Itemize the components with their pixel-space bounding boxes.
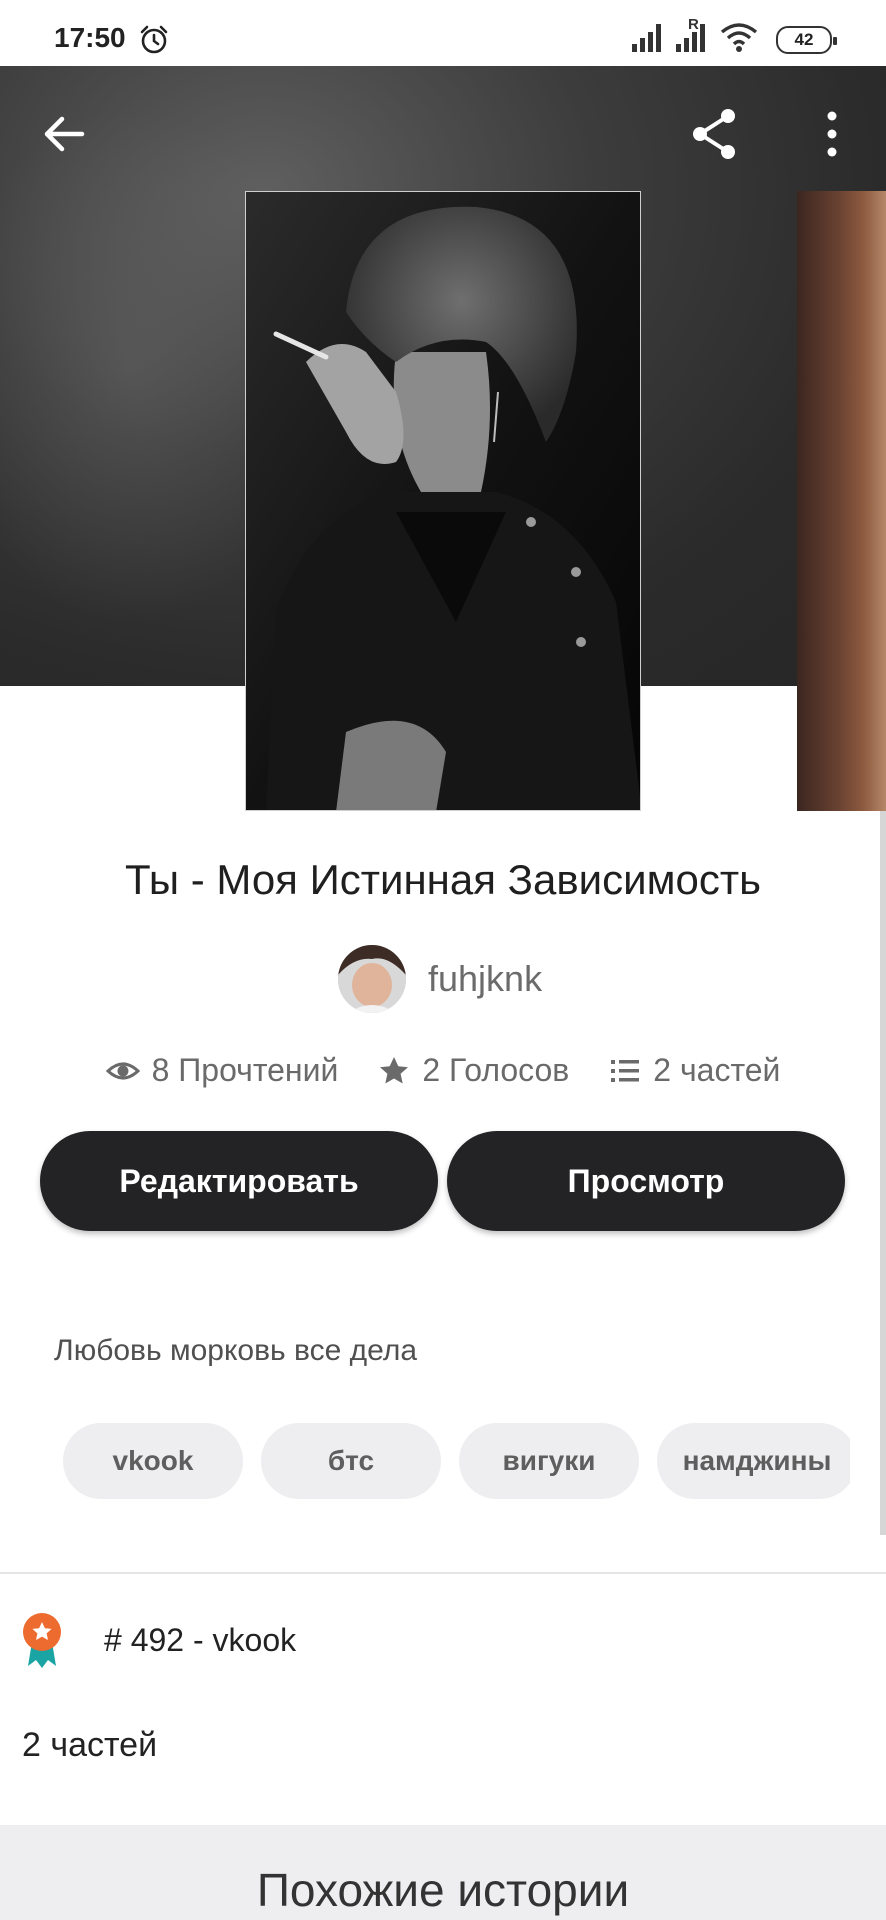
more-options-icon[interactable] xyxy=(800,102,864,166)
votes-count: 2 Голосов xyxy=(422,1052,570,1088)
avatar-image xyxy=(338,945,406,1013)
battery-level: 42 xyxy=(794,30,814,49)
parts-count-stat: 2 частей xyxy=(653,1052,781,1088)
story-title: Ты - Моя Истинная Зависимость xyxy=(125,856,761,903)
rank-badge-icon xyxy=(23,1613,61,1668)
eye-icon xyxy=(105,1062,140,1079)
status-icons: R 42 xyxy=(632,16,837,56)
alarm-icon xyxy=(140,25,168,54)
similar-stories-section: Похожие истории xyxy=(0,1825,886,1920)
battery-icon: 42 xyxy=(776,26,837,54)
story-description: Любовь морковь все дела xyxy=(54,1334,418,1367)
rank-text[interactable]: # 492 - vkook xyxy=(104,1622,296,1659)
tag-viguki[interactable]: вигуки xyxy=(459,1423,639,1499)
parts-count[interactable]: 2 частей xyxy=(22,1726,157,1765)
back-arrow-icon[interactable] xyxy=(32,102,96,166)
reads-count: 8 Прочтений xyxy=(151,1052,339,1088)
edit-button[interactable]: Редактировать xyxy=(40,1131,438,1231)
stat-reads: 8 Прочтений xyxy=(105,1052,339,1089)
cover-illustration xyxy=(246,192,640,810)
tag-bts[interactable]: бтс xyxy=(261,1423,441,1499)
next-cover-image[interactable] xyxy=(797,191,886,811)
status-time: 17:50 xyxy=(54,22,126,53)
author-name[interactable]: fuhjknk xyxy=(428,958,542,1000)
rank-row[interactable]: # 492 - vkook xyxy=(20,1610,296,1670)
scroll-indicator xyxy=(880,810,886,1535)
similar-stories-title: Похожие истории xyxy=(256,1864,630,1916)
stat-parts: 2 частей xyxy=(609,1052,780,1089)
signal-icon xyxy=(632,24,661,52)
story-stats: 8 Прочтений 2 Голосов 2 частей xyxy=(0,1052,886,1089)
author-avatar[interactable] xyxy=(338,945,406,1013)
tag-list: vkook бтс вигуки намджины xyxy=(63,1423,850,1499)
story-cover-image[interactable] xyxy=(245,191,641,811)
list-icon xyxy=(611,1059,640,1082)
roaming-label: R xyxy=(688,16,699,33)
tag-namjiny[interactable]: намджины xyxy=(657,1423,850,1499)
stat-votes: 2 Голосов xyxy=(378,1052,569,1089)
author-row[interactable]: fuhjknk xyxy=(338,944,542,1014)
tag-vkook[interactable]: vkook xyxy=(63,1423,243,1499)
view-button[interactable]: Просмотр xyxy=(447,1131,845,1231)
status-bar: 17:50 R 42 xyxy=(0,0,886,66)
section-divider xyxy=(0,1572,886,1574)
wifi-icon xyxy=(720,23,758,52)
share-icon[interactable] xyxy=(682,102,746,166)
star-icon xyxy=(380,1056,409,1083)
